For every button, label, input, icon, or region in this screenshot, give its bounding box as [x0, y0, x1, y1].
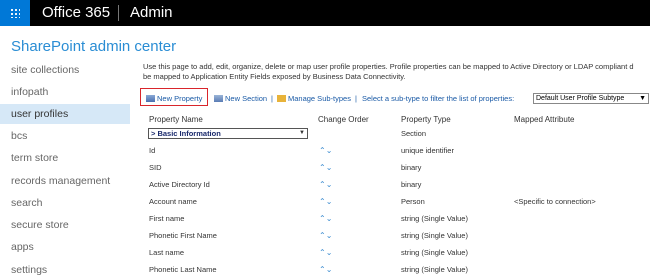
subtype-select[interactable]: Default User Profile Subtype ▼ — [533, 93, 649, 104]
property-type: Section — [401, 129, 427, 138]
sidebar-item-infopath[interactable]: infopath — [0, 82, 130, 102]
table-row: SID ⌃⌄ binary — [149, 161, 649, 175]
property-type: Person — [401, 197, 425, 206]
property-name: Active Directory Id — [149, 180, 210, 189]
page-title: SharePoint admin center — [11, 38, 177, 55]
new-property-button[interactable]: New Property — [146, 90, 202, 108]
property-name: Account name — [149, 197, 197, 206]
sidebar-item-term-store[interactable]: term store — [0, 148, 130, 168]
table-row: Section — [149, 127, 649, 141]
description-line-1: Use this page to add, edit, organize, de… — [143, 62, 634, 71]
sidebar-item-apps[interactable]: apps — [0, 237, 130, 257]
property-type: binary — [401, 163, 422, 172]
sidebar-item-settings[interactable]: settings — [0, 260, 130, 280]
chevron-up-down-icon[interactable]: ⌃⌄ — [319, 265, 332, 274]
subtype-value: Default User Profile Subtype — [536, 95, 625, 102]
property-type: binary — [401, 180, 422, 189]
new-property-icon — [146, 95, 155, 102]
chevron-up-down-icon[interactable]: ⌃⌄ — [319, 231, 332, 240]
property-name: Last name — [149, 248, 185, 257]
new-section-icon — [214, 95, 223, 102]
chevron-up-down-icon[interactable]: ⌃⌄ — [319, 248, 332, 257]
column-header-mapped-attribute: Mapped Attribute — [514, 115, 575, 124]
new-section-label: New Section — [225, 94, 268, 103]
new-section-button[interactable]: New Section — [214, 90, 267, 108]
table-row: Active Directory Id ⌃⌄ binary — [149, 178, 649, 192]
description-line-2: be mapped to Application Entity Fields e… — [143, 72, 406, 81]
sidebar-item-records-management[interactable]: records management — [0, 171, 130, 191]
table-row: Id ⌃⌄ unique identifier — [149, 144, 649, 158]
table-row: Account name ⌃⌄ Person <Specific to conn… — [149, 195, 649, 209]
property-type: string (Single Value) — [401, 248, 468, 257]
property-name: Phonetic Last Name — [149, 265, 217, 274]
manage-subtypes-label: Manage Sub-types — [288, 94, 351, 103]
chevron-up-down-icon[interactable]: ⌃⌄ — [319, 180, 332, 189]
property-name: Phonetic First Name — [149, 231, 217, 240]
app-launcher-icon[interactable] — [0, 0, 30, 26]
toolbar-separator: | — [271, 94, 273, 103]
table-row: Phonetic First Name ⌃⌄ string (Single Va… — [149, 229, 649, 243]
manage-subtypes-button[interactable]: Manage Sub-types — [277, 90, 351, 108]
property-name: Id — [149, 146, 156, 155]
mapped-attribute: <Specific to connection> — [514, 197, 596, 206]
column-header-property-name: Property Name — [149, 115, 203, 124]
top-bar: Office 365 Admin — [0, 0, 650, 26]
sidebar-item-bcs[interactable]: bcs — [0, 126, 130, 146]
sidebar-item-search[interactable]: search — [0, 193, 130, 213]
property-type: string (Single Value) — [401, 231, 468, 240]
column-header-change-order: Change Order — [318, 115, 369, 124]
chevron-up-down-icon[interactable]: ⌃⌄ — [319, 146, 332, 155]
toolbar-separator: | — [355, 94, 357, 103]
chevron-up-down-icon[interactable]: ⌃⌄ — [319, 214, 332, 223]
property-type: unique identifier — [401, 146, 454, 155]
column-header-property-type: Property Type — [401, 115, 451, 124]
sidebar-item-user-profiles[interactable]: user profiles — [0, 104, 130, 124]
property-name: SID — [149, 163, 162, 172]
page-description: Use this page to add, edit, organize, de… — [143, 62, 650, 82]
select-subtype-label: Select a sub-type to filter the list of … — [362, 94, 515, 103]
sidebar-item-secure-store[interactable]: secure store — [0, 215, 130, 235]
chevron-up-down-icon[interactable]: ⌃⌄ — [319, 163, 332, 172]
chevron-up-down-icon[interactable]: ⌃⌄ — [319, 197, 332, 206]
property-name: First name — [149, 214, 185, 223]
sidebar-item-site-collections[interactable]: site collections — [0, 60, 130, 80]
table-row: Phonetic Last Name ⌃⌄ string (Single Val… — [149, 263, 649, 277]
table-row: Last name ⌃⌄ string (Single Value) — [149, 246, 649, 260]
table-row: First name ⌃⌄ string (Single Value) — [149, 212, 649, 226]
new-property-label: New Property — [157, 94, 203, 103]
app-title[interactable]: Admin — [130, 4, 173, 21]
brand-label[interactable]: Office 365 — [42, 4, 110, 21]
chevron-down-icon: ▼ — [639, 95, 646, 102]
folder-icon — [277, 95, 286, 102]
property-type: string (Single Value) — [401, 214, 468, 223]
property-type: string (Single Value) — [401, 265, 468, 274]
topbar-divider — [118, 5, 119, 21]
